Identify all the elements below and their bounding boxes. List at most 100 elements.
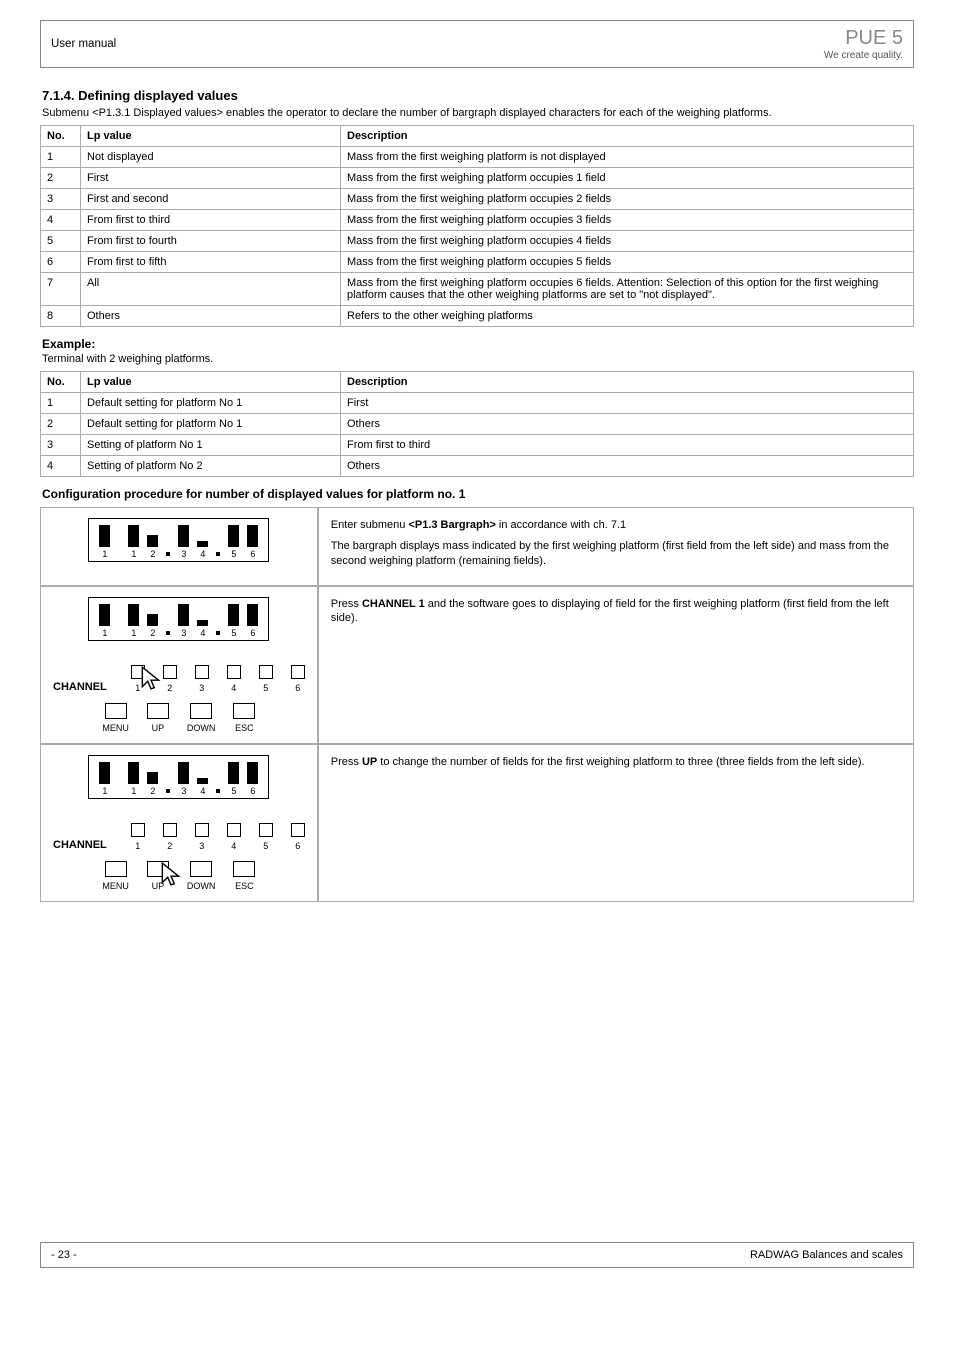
- config-step-row: 1 1 2 3 4 5: [40, 744, 914, 902]
- bargraph-bar-label: 1: [131, 549, 136, 559]
- header-tagline: We create quality.: [824, 50, 903, 61]
- params-table: No. Lp value Description 1 Not displayed…: [40, 125, 914, 327]
- config-step-description: Press UP to change the number of fields …: [318, 744, 914, 902]
- esc-button[interactable]: ESC: [233, 703, 255, 733]
- bargraph-bar: 1: [126, 604, 141, 638]
- cell-lp: From first to fourth: [81, 231, 341, 252]
- company-name: RADWAG Balances and scales: [750, 1249, 903, 1261]
- bargraph-bar-label: 1: [131, 786, 136, 796]
- channel-buttons-row: CHANNEL 1 2 3 4 5 6: [53, 823, 305, 851]
- bargraph-separator: [166, 789, 170, 793]
- cell-no: 6: [41, 252, 81, 273]
- header-model: PUE 5: [824, 27, 903, 50]
- example-table: No. Lp value Description 1 Default setti…: [40, 371, 914, 477]
- up-button[interactable]: UP: [147, 703, 169, 733]
- channel-2-button[interactable]: 2: [163, 665, 177, 693]
- bargraph-bar-label: 2: [150, 549, 155, 559]
- channel-3-button[interactable]: 3: [195, 823, 209, 851]
- cell-no: 8: [41, 306, 81, 327]
- bargraph-bar-label: 5: [231, 549, 236, 559]
- channel-3-button[interactable]: 3: [195, 665, 209, 693]
- channel-1-button[interactable]: 1: [131, 665, 145, 693]
- channel-5-button[interactable]: 5: [259, 823, 273, 851]
- cell-desc: Others: [341, 414, 914, 435]
- bargraph-bar: 6: [245, 762, 260, 796]
- table-row: 5 From first to fourth Mass from the fir…: [41, 231, 914, 252]
- ex-th-desc: Description: [341, 372, 914, 393]
- bargraph-bar: 1: [97, 525, 112, 559]
- cell-no: 2: [41, 168, 81, 189]
- up-button[interactable]: UP: [147, 861, 169, 891]
- channel-6-button[interactable]: 6: [291, 823, 305, 851]
- bargraph-bar: 5: [226, 604, 241, 638]
- bargraph-bar: 1: [97, 762, 112, 796]
- cell-lp: Others: [81, 306, 341, 327]
- bargraph-bar-label: 2: [150, 628, 155, 638]
- ex-th-no: No.: [41, 372, 81, 393]
- bargraph-bar-label: 3: [181, 549, 186, 559]
- esc-button[interactable]: ESC: [233, 861, 255, 891]
- channel-4-button[interactable]: 4: [227, 665, 241, 693]
- config-procedure-table: 1 1 2 3 4 5: [40, 507, 914, 902]
- front-panel: 1 1 2 3 4 5: [53, 597, 305, 733]
- table-row: 2 First Mass from the first weighing pla…: [41, 168, 914, 189]
- bargraph-bar: 5: [226, 762, 241, 796]
- bargraph-separator: [216, 631, 220, 635]
- config-step-paragraph: Press UP to change the number of fields …: [331, 755, 901, 770]
- channel-label: CHANNEL: [53, 839, 107, 851]
- bargraph-bar-label: 6: [250, 549, 255, 559]
- cell-no: 4: [41, 210, 81, 231]
- bargraph-display: 1 1 2 3 4 5: [88, 597, 269, 641]
- channel-6-button[interactable]: 6: [291, 665, 305, 693]
- cell-no: 5: [41, 231, 81, 252]
- cell-desc: First: [341, 393, 914, 414]
- table-row: 3 Setting of platform No 1 From first to…: [41, 435, 914, 456]
- cell-lp: From first to fifth: [81, 252, 341, 273]
- cell-no: 1: [41, 147, 81, 168]
- bargraph-separator: [216, 789, 220, 793]
- bargraph-separator: [166, 552, 170, 556]
- config-title: Configuration procedure for number of di…: [42, 487, 912, 501]
- channel-2-button[interactable]: 2: [163, 823, 177, 851]
- cell-lp: From first to third: [81, 210, 341, 231]
- cell-desc: Others: [341, 456, 914, 477]
- page-number: - 23 -: [51, 1249, 77, 1261]
- cell-desc: Mass from the first weighing platform oc…: [341, 252, 914, 273]
- bargraph-bar: 4: [195, 620, 210, 638]
- bargraph-bar-label: 3: [181, 628, 186, 638]
- cell-lp: Default setting for platform No 1: [81, 414, 341, 435]
- channel-5-button[interactable]: 5: [259, 665, 273, 693]
- table-row: 4 From first to third Mass from the firs…: [41, 210, 914, 231]
- config-step-visual: 1 1 2 3 4 5: [40, 586, 318, 744]
- bargraph-bar-label: 1: [102, 786, 107, 796]
- cell-lp: All: [81, 273, 341, 306]
- intro-text: Submenu <P1.3.1 Displayed values> enable…: [42, 107, 912, 119]
- page-header: User manual PUE 5 We create quality.: [40, 20, 914, 68]
- menu-buttons-row: MENU UP DOWN ESC: [53, 861, 305, 891]
- bargraph-bar: 2: [145, 614, 160, 638]
- bargraph-display: 1 1 2 3 4 5: [88, 755, 269, 799]
- table-row: 2 Default setting for platform No 1 Othe…: [41, 414, 914, 435]
- menu-button[interactable]: MENU: [102, 703, 129, 733]
- config-step-description: Press CHANNEL 1 and the software goes to…: [318, 586, 914, 744]
- table-row: 8 Others Refers to the other weighing pl…: [41, 306, 914, 327]
- bargraph-bar: 1: [126, 525, 141, 559]
- bargraph-bar-label: 4: [200, 786, 205, 796]
- channel-4-button[interactable]: 4: [227, 823, 241, 851]
- cell-no: 3: [41, 435, 81, 456]
- th-desc: Description: [341, 126, 914, 147]
- down-button[interactable]: DOWN: [187, 861, 216, 891]
- channel-1-button[interactable]: 1: [131, 823, 145, 851]
- down-button[interactable]: DOWN: [187, 703, 216, 733]
- config-step-paragraph: The bargraph displays mass indicated by …: [331, 539, 901, 569]
- config-step-description: Enter submenu <P1.3 Bargraph> in accorda…: [318, 507, 914, 586]
- bargraph-bar: 2: [145, 535, 160, 559]
- bargraph-bar-label: 6: [250, 628, 255, 638]
- cell-lp: First: [81, 168, 341, 189]
- bargraph-bar: 5: [226, 525, 241, 559]
- bargraph-bar-label: 1: [102, 549, 107, 559]
- cell-desc: Mass from the first weighing platform oc…: [341, 231, 914, 252]
- config-step-row: 1 1 2 3 4 5: [40, 507, 914, 586]
- menu-button[interactable]: MENU: [102, 861, 129, 891]
- bargraph-bar-label: 4: [200, 628, 205, 638]
